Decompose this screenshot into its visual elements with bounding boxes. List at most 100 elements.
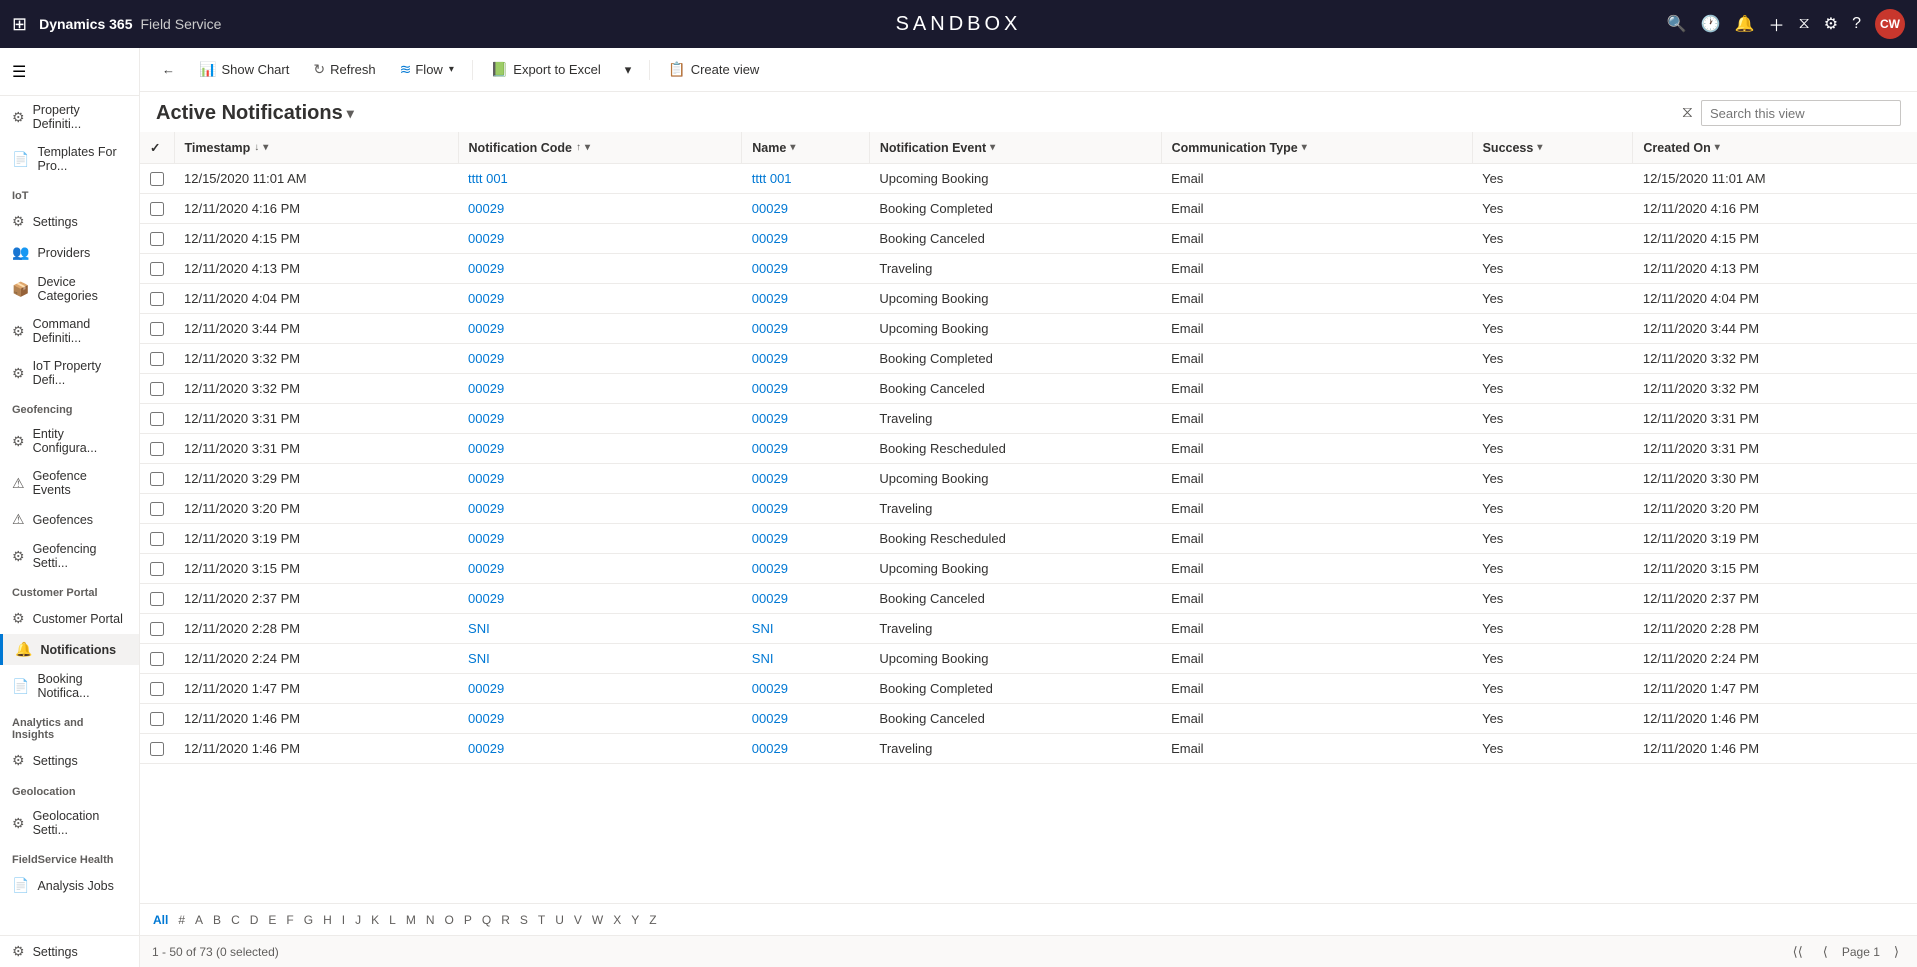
- export-excel-button[interactable]: 📗 Export to Excel: [481, 56, 611, 83]
- notification-code-link[interactable]: 00029: [468, 411, 504, 426]
- name-column[interactable]: Name ▾: [742, 132, 870, 164]
- search-button[interactable]: 🔍: [1894, 101, 1901, 125]
- sidebar-hamburger[interactable]: ☰: [0, 48, 139, 96]
- alpha-char[interactable]: W: [587, 904, 608, 935]
- row-checkbox[interactable]: [150, 592, 164, 606]
- notification-code-link[interactable]: 00029: [468, 591, 504, 606]
- notification-code-link[interactable]: 00029: [468, 351, 504, 366]
- name-link[interactable]: 00029: [752, 441, 788, 456]
- first-page-button[interactable]: ⟨⟨: [1787, 942, 1809, 962]
- notification-code-link[interactable]: 00029: [468, 381, 504, 396]
- notification-code-link[interactable]: 00029: [468, 741, 504, 756]
- create-view-button[interactable]: 📋 Create view: [658, 56, 769, 83]
- alpha-char[interactable]: H: [318, 904, 337, 935]
- alpha-char[interactable]: X: [608, 904, 626, 935]
- sidebar-item-geofencing-settings[interactable]: ⚙ Geofencing Setti...: [0, 535, 139, 577]
- alpha-char[interactable]: K: [366, 904, 384, 935]
- sidebar-item-providers[interactable]: 👥 Providers: [0, 237, 139, 268]
- notification-code-column[interactable]: Notification Code ↑ ▾: [458, 132, 742, 164]
- alpha-char[interactable]: S: [515, 904, 533, 935]
- topbar-add-icon[interactable]: ＋: [1769, 12, 1785, 36]
- alpha-char[interactable]: F: [281, 904, 298, 935]
- name-link[interactable]: 00029: [752, 231, 788, 246]
- row-checkbox[interactable]: [150, 472, 164, 486]
- notification-code-link[interactable]: 00029: [468, 231, 504, 246]
- sidebar-item-geofences[interactable]: ⚠ Geofences: [0, 504, 139, 535]
- created-on-column[interactable]: Created On ▾: [1633, 132, 1917, 164]
- notification-code-link[interactable]: 00029: [468, 561, 504, 576]
- success-column[interactable]: Success ▾: [1472, 132, 1633, 164]
- select-all-column[interactable]: ✓: [140, 132, 174, 164]
- row-checkbox[interactable]: [150, 292, 164, 306]
- topbar-help-icon[interactable]: ?: [1852, 15, 1861, 33]
- notification-code-link[interactable]: 00029: [468, 261, 504, 276]
- alpha-char[interactable]: B: [208, 904, 226, 935]
- name-link[interactable]: 00029: [752, 411, 788, 426]
- alpha-char[interactable]: L: [384, 904, 401, 935]
- sidebar-item-settings[interactable]: ⚙ Settings: [0, 206, 139, 237]
- name-link[interactable]: 00029: [752, 741, 788, 756]
- name-link[interactable]: 00029: [752, 711, 788, 726]
- table-container[interactable]: ✓ Timestamp ↓ ▾ Notifica: [140, 132, 1917, 903]
- notification-code-link[interactable]: 00029: [468, 681, 504, 696]
- alpha-char[interactable]: T: [533, 904, 550, 935]
- sidebar-item[interactable]: ⚙ Property Definiti...: [0, 96, 139, 138]
- communication-type-filter-icon[interactable]: ▾: [1302, 142, 1307, 153]
- name-link[interactable]: 00029: [752, 471, 788, 486]
- notification-code-link[interactable]: 00029: [468, 291, 504, 306]
- notification-code-link[interactable]: tttt 001: [468, 171, 508, 186]
- back-button[interactable]: ←: [152, 57, 185, 82]
- notification-code-link[interactable]: SNI: [468, 651, 490, 666]
- flow-button[interactable]: ≋ Flow ▾: [390, 56, 464, 83]
- sidebar-item-analysis-jobs[interactable]: 📄 Analysis Jobs: [0, 870, 139, 901]
- sidebar-item-iot-property[interactable]: ⚙ IoT Property Defi...: [0, 352, 139, 394]
- name-link[interactable]: 00029: [752, 291, 788, 306]
- prev-page-button[interactable]: ⟨: [1817, 942, 1834, 962]
- topbar-filter-icon[interactable]: ⧖: [1799, 15, 1810, 33]
- topbar-search-icon[interactable]: 🔍: [1667, 14, 1687, 34]
- name-link[interactable]: 00029: [752, 561, 788, 576]
- alpha-char[interactable]: Y: [626, 904, 644, 935]
- notification-code-link[interactable]: 00029: [468, 201, 504, 216]
- sidebar-item-device-categories[interactable]: 📦 Device Categories: [0, 268, 139, 310]
- row-checkbox[interactable]: [150, 532, 164, 546]
- row-checkbox[interactable]: [150, 682, 164, 696]
- alpha-char[interactable]: G: [299, 904, 318, 935]
- created-on-filter-icon[interactable]: ▾: [1715, 142, 1720, 153]
- row-checkbox[interactable]: [150, 562, 164, 576]
- sidebar-item-entity-config[interactable]: ⚙ Entity Configura...: [0, 420, 139, 462]
- row-checkbox[interactable]: [150, 412, 164, 426]
- notification-code-link[interactable]: 00029: [468, 711, 504, 726]
- sidebar-item-geofence-events[interactable]: ⚠ Geofence Events: [0, 462, 139, 504]
- alpha-char[interactable]: R: [496, 904, 515, 935]
- row-checkbox[interactable]: [150, 652, 164, 666]
- name-link[interactable]: tttt 001: [752, 171, 792, 186]
- sidebar-item-customer-portal[interactable]: ⚙ Customer Portal: [0, 603, 139, 634]
- sidebar-item-geolocation-settings[interactable]: ⚙ Geolocation Setti...: [0, 802, 139, 844]
- name-link[interactable]: 00029: [752, 351, 788, 366]
- timestamp-filter-icon[interactable]: ▾: [263, 142, 268, 153]
- notification-event-filter-icon[interactable]: ▾: [990, 142, 995, 153]
- row-checkbox[interactable]: [150, 622, 164, 636]
- next-page-button[interactable]: ⟩: [1888, 942, 1905, 962]
- notification-code-link[interactable]: 00029: [468, 501, 504, 516]
- sidebar-item-command-def[interactable]: ⚙ Command Definiti...: [0, 310, 139, 352]
- alpha-char[interactable]: N: [421, 904, 440, 935]
- sidebar-item-analytics-settings[interactable]: ⚙ Settings: [0, 745, 139, 776]
- notification-code-filter-icon[interactable]: ▾: [585, 142, 590, 153]
- name-link[interactable]: 00029: [752, 261, 788, 276]
- row-checkbox[interactable]: [150, 502, 164, 516]
- row-checkbox[interactable]: [150, 352, 164, 366]
- alpha-char[interactable]: All: [148, 904, 173, 935]
- name-link[interactable]: SNI: [752, 621, 774, 636]
- name-link[interactable]: 00029: [752, 321, 788, 336]
- name-link[interactable]: 00029: [752, 501, 788, 516]
- row-checkbox[interactable]: [150, 442, 164, 456]
- row-checkbox[interactable]: [150, 262, 164, 276]
- topbar-settings-icon[interactable]: ⚙: [1824, 14, 1838, 34]
- export-dropdown-button[interactable]: ▾: [615, 57, 642, 83]
- name-link[interactable]: 00029: [752, 591, 788, 606]
- row-checkbox[interactable]: [150, 742, 164, 756]
- alpha-char[interactable]: I: [337, 904, 350, 935]
- show-chart-button[interactable]: 📊 Show Chart: [189, 56, 299, 83]
